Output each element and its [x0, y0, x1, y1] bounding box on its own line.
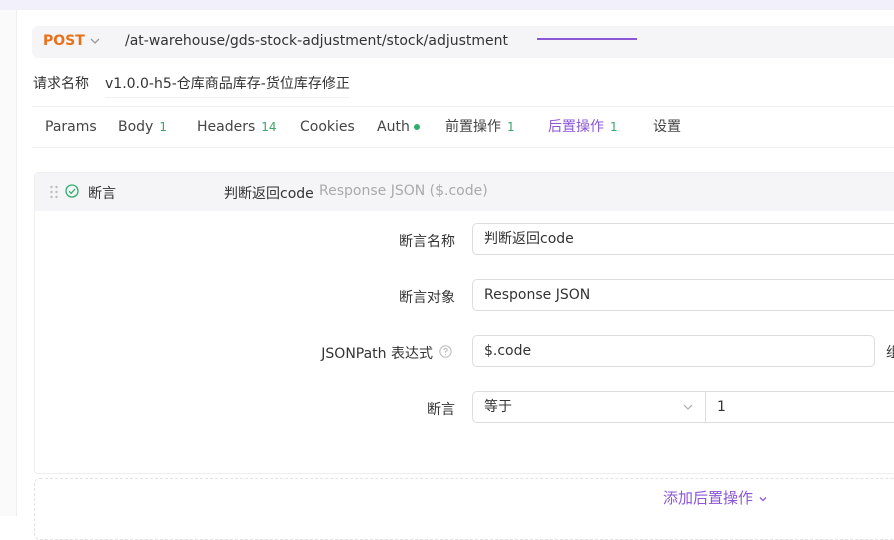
- tab-count: 1: [507, 120, 515, 134]
- tab-label: 后置操作: [548, 119, 604, 135]
- tab-auth[interactable]: Auth: [377, 107, 420, 147]
- tab-label: Body: [118, 119, 154, 135]
- request-name-input[interactable]: v1.0.0-h5-仓库商品库存-货位库存修正: [105, 73, 350, 98]
- active-tab-indicator: [537, 38, 637, 40]
- tab-count: 14: [261, 120, 277, 134]
- request-tabs: Params Body 1 Headers 14 Cookies Auth 前置操作…: [32, 106, 894, 148]
- top-strip: [0, 0, 894, 10]
- expected-value-input[interactable]: 1: [705, 391, 894, 423]
- left-rail: [0, 10, 17, 516]
- truncated-label: 组: [886, 345, 894, 361]
- add-post-action-label: 添加后置操作: [663, 489, 754, 507]
- tab-post-actions[interactable]: 后置操作 1: [548, 107, 618, 147]
- assertion-name: 判断返回code: [224, 186, 314, 202]
- assertion-name-input[interactable]: 判断返回code: [472, 223, 894, 255]
- tab-label: 设置: [653, 119, 681, 135]
- tab-count: 1: [610, 120, 618, 134]
- add-post-action-button[interactable]: 添加后置操作: [663, 487, 768, 508]
- tab-settings[interactable]: 设置: [653, 107, 681, 147]
- assertion-name-label: 断言名称: [399, 234, 455, 250]
- drag-handle-icon[interactable]: [49, 185, 59, 199]
- tab-label: Cookies: [300, 119, 355, 135]
- check-circle-icon[interactable]: [65, 184, 79, 198]
- tab-pre-actions[interactable]: 前置操作 1: [445, 107, 515, 147]
- jsonpath-input[interactable]: $.code: [472, 335, 875, 367]
- operator-select[interactable]: 等于: [472, 391, 706, 423]
- url-bar: POST /at-warehouse/gds-stock-adjustment/…: [32, 26, 894, 58]
- tab-headers[interactable]: Headers 14: [197, 107, 277, 147]
- jsonpath-label: JSONPath 表达式: [321, 346, 433, 362]
- url-input[interactable]: /at-warehouse/gds-stock-adjustment/stock…: [125, 33, 508, 49]
- request-name-label: 请求名称: [33, 76, 89, 92]
- assertion-card: 断言 判断返回code Response JSON ($.code): [34, 172, 894, 474]
- tab-params[interactable]: Params: [45, 107, 97, 147]
- tab-cookies[interactable]: Cookies: [300, 107, 355, 147]
- chevron-down-icon: [759, 496, 767, 501]
- assertion-object-label: 断言对象: [399, 290, 455, 306]
- help-circle-icon[interactable]: [439, 345, 452, 358]
- assertion-description: Response JSON ($.code): [319, 183, 488, 199]
- assertion-header[interactable]: 断言 判断返回code Response JSON ($.code): [35, 173, 894, 211]
- tab-count: 1: [159, 120, 167, 134]
- tab-label: Headers: [197, 119, 256, 135]
- chevron-down-icon[interactable]: [88, 34, 102, 48]
- chevron-down-icon[interactable]: [681, 400, 695, 414]
- tab-label: Auth: [377, 119, 410, 135]
- tab-body[interactable]: Body 1: [118, 107, 167, 147]
- assertion-type: 断言: [88, 186, 116, 202]
- tab-label: Params: [45, 119, 97, 135]
- assertion-object-select[interactable]: Response JSON: [472, 279, 894, 311]
- auth-status-dot: [413, 124, 420, 130]
- http-method-select[interactable]: POST: [43, 33, 85, 49]
- tab-label: 前置操作: [445, 119, 501, 135]
- assertion-label: 断言: [427, 402, 455, 418]
